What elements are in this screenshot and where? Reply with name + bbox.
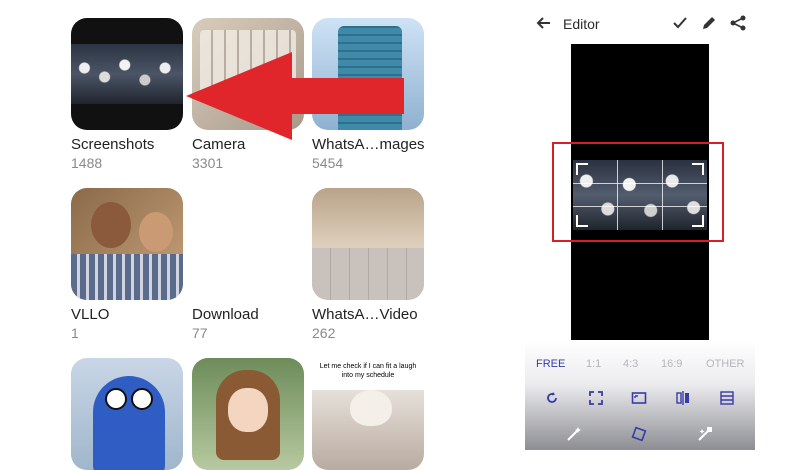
album-row3-2[interactable]: [192, 358, 312, 470]
album-count: 3301: [192, 155, 224, 171]
fit-screen-icon[interactable]: [588, 390, 604, 406]
album-thumbnail[interactable]: [192, 188, 304, 300]
album-count: 5454: [312, 155, 344, 171]
auto-fix-icon[interactable]: [697, 426, 713, 442]
red-highlight-box: [552, 142, 724, 242]
album-name: Download: [192, 306, 259, 323]
crop-aspect-icon[interactable]: [631, 390, 647, 406]
arrow-left-icon[interactable]: [535, 14, 553, 32]
ratio-other[interactable]: OTHER: [706, 358, 745, 370]
crop-bars-icon[interactable]: [719, 390, 735, 406]
album-name: WhatsA…Video: [312, 306, 418, 323]
album-row3-1[interactable]: [71, 358, 191, 470]
rotate-icon[interactable]: [544, 390, 560, 406]
ratio-4-3[interactable]: 4:3: [623, 358, 638, 370]
album-name: Screenshots: [71, 136, 155, 153]
aspect-ratio-row: FREE 1:1 4:3 16:9 OTHER: [525, 358, 755, 374]
album-thumbnail[interactable]: [192, 358, 304, 470]
ratio-1-1[interactable]: 1:1: [586, 358, 601, 370]
pencil-icon[interactable]: [700, 14, 718, 32]
album-screenshots[interactable]: Screenshots 1488: [71, 18, 191, 171]
album-vllo[interactable]: VLLO 1: [71, 188, 191, 341]
album-thumbnail[interactable]: Let me check if I can fit a laugh into m…: [312, 358, 424, 470]
editor-title: Editor: [563, 16, 600, 32]
album-name: VLLO: [71, 306, 110, 323]
album-count: 77: [192, 325, 208, 341]
album-count: 262: [312, 325, 336, 341]
album-whatsapp-video[interactable]: WhatsA…Video 262: [312, 188, 432, 341]
editor-toolbar: FREE 1:1 4:3 16:9 OTHER: [525, 340, 755, 450]
tool-row-2: [525, 426, 755, 446]
straighten-icon[interactable]: [631, 426, 647, 442]
ratio-16-9[interactable]: 16:9: [661, 358, 682, 370]
album-thumbnail[interactable]: [71, 18, 183, 130]
album-thumbnail[interactable]: [312, 188, 424, 300]
album-download[interactable]: Download 77: [192, 188, 312, 341]
album-row3-3[interactable]: Let me check if I can fit a laugh into m…: [312, 358, 432, 470]
album-thumbnail[interactable]: [71, 358, 183, 470]
album-count: 1488: [71, 155, 103, 171]
album-count: 1: [71, 325, 79, 341]
editor-topbar: Editor: [525, 0, 755, 46]
red-arrow-annotation: [186, 52, 404, 140]
ratio-free[interactable]: FREE: [536, 358, 565, 370]
meme-caption: Let me check if I can fit a laugh into m…: [319, 363, 417, 379]
check-icon[interactable]: [671, 14, 689, 32]
album-thumbnail[interactable]: [71, 188, 183, 300]
share-icon[interactable]: [729, 14, 747, 32]
tool-row-1: [525, 390, 755, 410]
magic-wand-icon[interactable]: [566, 426, 582, 442]
gallery-grid: Screenshots 1488 Camera 3301 WhatsA…mage…: [0, 0, 450, 470]
flip-icon[interactable]: [675, 390, 691, 406]
